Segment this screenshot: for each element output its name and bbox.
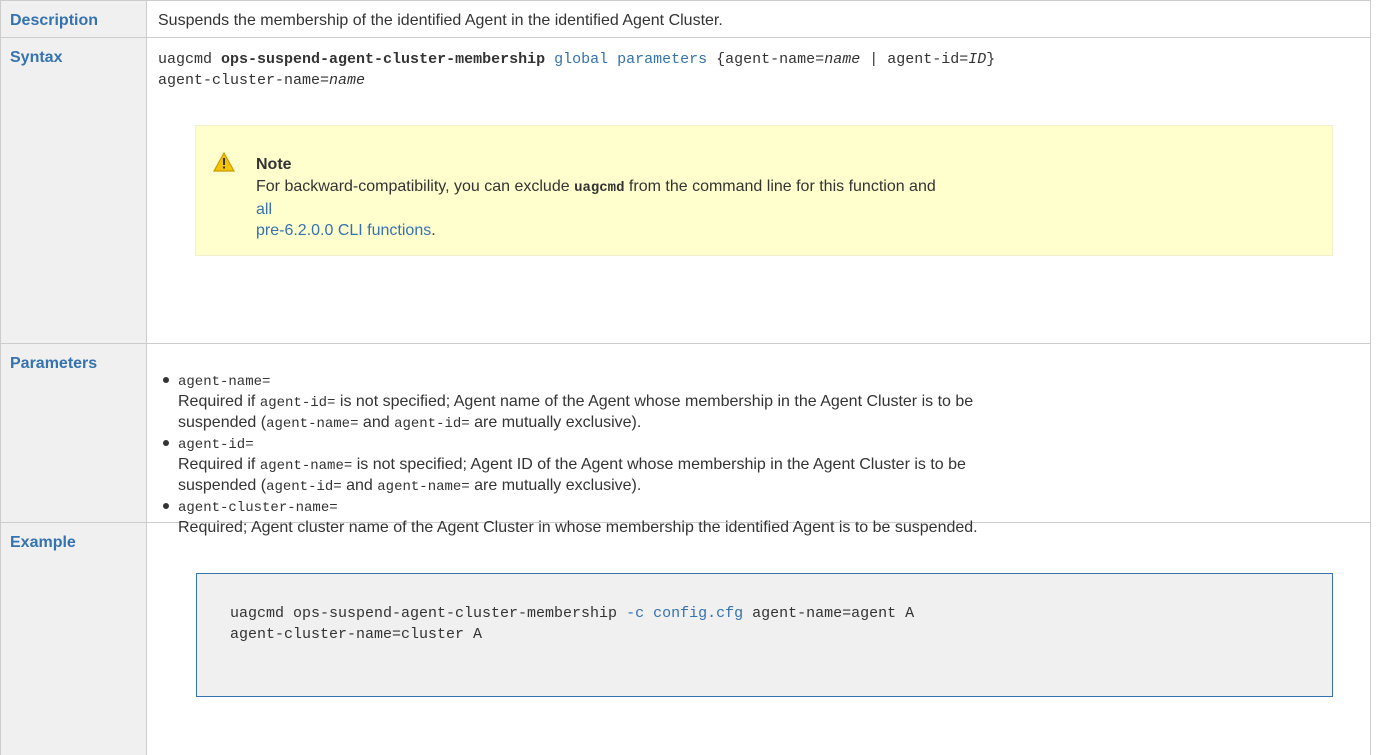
note-title: Note [256, 156, 292, 173]
example-cell: uagcmd ops-suspend-agent-cluster-members… [146, 522, 1371, 755]
syntax-line-2: agent-cluster-name=name [158, 70, 1370, 91]
parameters-cell: agent-name= Required if agent-id= is not… [146, 343, 1371, 536]
parameter-item: agent-cluster-name= Required; Agent clus… [147, 497, 1328, 538]
param-code: agent-name= [266, 416, 359, 432]
param-code: agent-id= [259, 395, 336, 411]
param-text: suspended ( [178, 477, 267, 494]
param-text: Required if [178, 456, 260, 473]
description-text: Suspends the membership of the identifie… [146, 0, 1371, 38]
param-code: agent-id= [394, 416, 470, 432]
description-row: Description Suspends the membership of t… [0, 0, 1371, 38]
syntax-cmd: uagcmd [158, 51, 213, 68]
syntax-name-arg: name [824, 51, 861, 68]
bullet-icon [163, 503, 169, 509]
syntax-line-1: uagcmd ops-suspend-agent-cluster-members… [158, 49, 1370, 70]
parameter-name: agent-cluster-name= [178, 500, 338, 516]
param-text: are mutually exclusive). [469, 414, 642, 431]
reference-table: Description Suspends the membership of t… [0, 0, 1371, 755]
code-config-file: config.cfg [653, 605, 744, 622]
code-line1-end: agent-name=agent A [743, 605, 915, 622]
example-row: Example uagcmd ops-suspend-agent-cluster… [0, 522, 1371, 755]
param-code: agent-name= [259, 458, 353, 474]
global-parameters-link[interactable]: global parameters [554, 51, 707, 68]
example-label: Example [0, 522, 147, 755]
code-line1-start: uagcmd ops-suspend-agent-cluster-members… [230, 605, 627, 622]
syntax-line2-name: name [329, 72, 366, 89]
note-period: . [431, 222, 436, 239]
bullet-icon [163, 440, 169, 446]
parameter-item: agent-id= Required if agent-name= is not… [147, 434, 1328, 497]
note-text-before: For backward-compatibility, you can excl… [256, 178, 575, 195]
parameters-label: Parameters [0, 343, 147, 523]
param-code: agent-name= [377, 479, 470, 495]
syntax-row: Syntax uagcmd ops-suspend-agent-cluster-… [0, 37, 1371, 344]
param-text: are mutually exclusive). [469, 477, 642, 494]
all-functions-link-part2[interactable]: pre-6.2.0.0 CLI functions [256, 222, 431, 239]
warning-icon [213, 152, 235, 172]
note-body: For backward-compatibility, you can excl… [256, 176, 956, 241]
parameter-name: agent-name= [178, 374, 271, 390]
code-block: uagcmd ops-suspend-agent-cluster-members… [196, 573, 1333, 697]
parameter-item: agent-name= Required if agent-id= is not… [147, 371, 1328, 434]
all-functions-link-part1[interactable]: all [256, 201, 272, 218]
parameter-name: agent-id= [178, 437, 254, 453]
code-line2: agent-cluster-name=cluster A [230, 626, 483, 643]
syntax-line2-prefix: agent-cluster-name= [158, 72, 330, 89]
note-text-middle: from the command line for this function … [624, 178, 936, 195]
param-text: Required; Agent cluster name of the Agen… [178, 519, 978, 536]
param-text: is not specified; Agent ID of the Agent … [352, 456, 966, 473]
syntax-label: Syntax [0, 37, 147, 344]
param-text: suspended ( [178, 414, 267, 431]
note-uagcmd: uagcmd [574, 180, 625, 196]
syntax-cell: uagcmd ops-suspend-agent-cluster-members… [146, 37, 1371, 344]
code-flag: -c [626, 605, 645, 622]
parameter-list: agent-name= Required if agent-id= is not… [147, 371, 1328, 538]
param-text: and [341, 477, 378, 494]
bullet-icon [163, 377, 169, 383]
syntax-brace-open: {agent-name= [716, 51, 825, 68]
syntax-pipe: | agent-id= [860, 51, 969, 68]
param-text: is not specified; Agent name of the Agen… [335, 393, 974, 410]
description-label: Description [0, 0, 147, 38]
param-text: and [358, 414, 395, 431]
parameters-row: Parameters agent-name= Required if agent… [0, 343, 1371, 536]
code-content: uagcmd ops-suspend-agent-cluster-members… [230, 603, 914, 645]
note-panel: Note For backward-compatibility, you can… [195, 125, 1333, 256]
syntax-function: ops-suspend-agent-cluster-membership [221, 51, 546, 68]
param-code: agent-id= [266, 479, 342, 495]
syntax-id-arg: ID [968, 51, 987, 68]
param-text: Required if [178, 393, 260, 410]
syntax-brace-close: } [986, 51, 996, 68]
